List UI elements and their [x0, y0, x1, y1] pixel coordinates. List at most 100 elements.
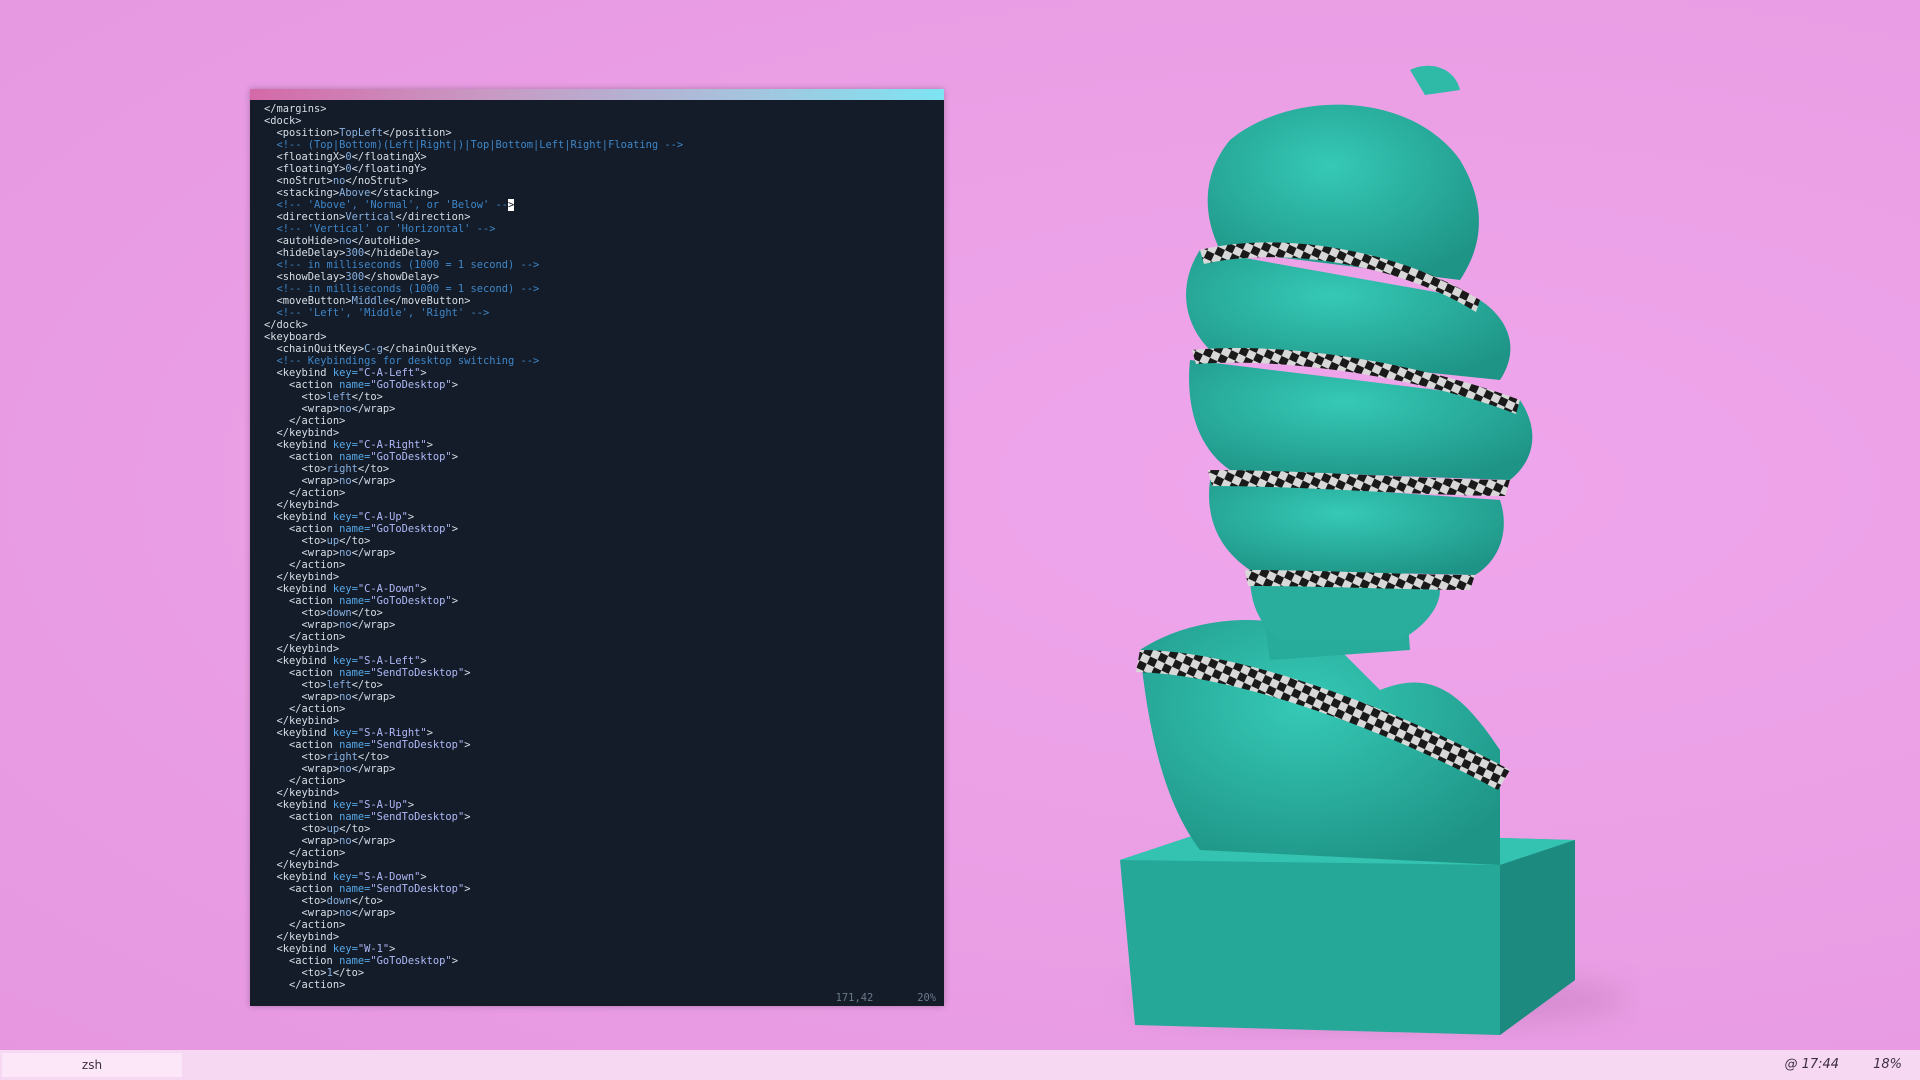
code-token: </to> [357, 751, 390, 763]
code-token: </hideDelay> [364, 247, 440, 259]
code-token: no [332, 175, 346, 187]
code-line: <wrap>no</wrap> [264, 547, 936, 559]
scroll-percent: 20% [917, 992, 936, 1004]
code-line: </keybind> [264, 859, 936, 871]
code-token: </keybind> [264, 427, 340, 439]
code-line: <keybind key="C-A-Right"> [264, 439, 936, 451]
code-token: right [326, 751, 358, 763]
code-token: no [339, 547, 352, 559]
code-token: no [339, 235, 352, 247]
code-line: </keybind> [264, 427, 936, 439]
code-token: <wrap> [264, 547, 340, 559]
code-line: <keybind key="S-A-Down"> [264, 871, 936, 883]
code-line: </action> [264, 487, 936, 499]
code-token: "S-A-Right" [357, 727, 427, 739]
code-token: name= [339, 955, 371, 967]
code-token: no [339, 403, 352, 415]
code-token: "C-A-Down" [357, 583, 421, 595]
code-token: </margins> [264, 103, 327, 115]
code-token: </to> [357, 463, 390, 475]
code-line: <keyboard> [264, 331, 936, 343]
code-token: <floatingX> [264, 151, 346, 163]
code-token: "SendToDesktop" [370, 739, 465, 751]
code-line: <action name="GoToDesktop"> [264, 379, 936, 391]
code-token: </chainQuitKey> [382, 343, 477, 355]
code-token: "SendToDesktop" [370, 811, 465, 823]
code-token: key= [332, 439, 358, 451]
code-token: <keybind [264, 367, 333, 379]
clock[interactable]: @ 17:44 [1784, 1057, 1839, 1072]
system-tray: @ 17:44 18% [1750, 1050, 1902, 1080]
code-token: > [420, 367, 427, 379]
code-editor-text[interactable]: </margins> <dock> <position>TopLeft</posi… [264, 103, 936, 991]
code-token: </to> [339, 823, 371, 835]
code-token: </action> [264, 415, 346, 427]
code-token: key= [332, 655, 358, 667]
code-line: <action name="SendToDesktop"> [264, 739, 936, 751]
code-line: <wrap>no</wrap> [264, 907, 936, 919]
code-token: <showDelay> [264, 271, 346, 283]
code-token: <action [264, 523, 340, 535]
code-token: down [326, 895, 352, 907]
code-token: </to> [351, 391, 383, 403]
code-token: <wrap> [264, 619, 340, 631]
code-token: left [326, 679, 352, 691]
code-line: </keybind> [264, 715, 936, 727]
code-token: <to> [264, 823, 327, 835]
code-line: <position>TopLeft</position> [264, 127, 936, 139]
code-token: <to> [264, 535, 327, 547]
code-line: <!-- in milliseconds (1000 = 1 second) -… [264, 259, 936, 271]
code-token: no [339, 907, 352, 919]
code-line: </action> [264, 775, 936, 787]
code-token: </keybind> [264, 931, 340, 943]
code-line: </action> [264, 847, 936, 859]
code-line: </action> [264, 415, 936, 427]
code-token: name= [339, 811, 371, 823]
code-token: > [464, 883, 471, 895]
code-token: Middle [351, 295, 390, 307]
code-token: </to> [351, 679, 383, 691]
code-line: <dock> [264, 115, 936, 127]
code-line: <noStrut>no</noStrut> [264, 175, 936, 187]
code-line: <moveButton>Middle</moveButton> [264, 295, 936, 307]
code-token: </wrap> [351, 763, 396, 775]
code-token: > [407, 511, 415, 523]
code-token: </dock> [264, 319, 308, 331]
code-token: key= [332, 727, 358, 739]
terminal-window[interactable]: </margins> <dock> <position>TopLeft</posi… [250, 89, 944, 1006]
code-line: <stacking>Above</stacking> [264, 187, 936, 199]
code-token: down [326, 607, 352, 619]
terminal-titlebar[interactable] [250, 89, 944, 100]
editor-statusline: 171,42 20% [836, 992, 936, 1004]
code-token: <to> [264, 463, 327, 475]
code-token: > [420, 655, 427, 667]
code-token: </action> [264, 775, 346, 787]
code-token: </keybind> [264, 859, 340, 871]
code-token: no [339, 619, 352, 631]
code-token: <stacking> [264, 187, 340, 199]
battery-indicator[interactable]: 18% [1873, 1057, 1902, 1072]
code-token: <chainQuitKey> [264, 343, 365, 355]
code-token: 300 [345, 247, 365, 259]
code-token: up [326, 823, 340, 835]
taskbar-item-zsh[interactable]: zsh [2, 1053, 182, 1077]
code-token: <keybind [264, 583, 333, 595]
code-token: up [326, 535, 340, 547]
code-token: "GoToDesktop" [370, 379, 452, 391]
code-line: </margins> [264, 103, 936, 115]
code-token: </action> [264, 979, 346, 991]
code-token: <to> [264, 679, 327, 691]
code-token: <wrap> [264, 835, 340, 847]
code-line: <!-- 'Above', 'Normal', or 'Below' --> [264, 199, 936, 211]
code-line: <!-- (Top|Bottom)(Left|Right|)|Top|Botto… [264, 139, 936, 151]
code-token: Vertical [345, 211, 396, 223]
code-token: <noStrut> [264, 175, 333, 187]
code-token: <keybind [264, 655, 333, 667]
code-token: > [451, 451, 458, 463]
code-line: <to>left</to> [264, 391, 936, 403]
code-token: key= [332, 511, 358, 523]
code-token: </wrap> [351, 907, 396, 919]
code-token: <action [264, 883, 340, 895]
code-token: <action [264, 379, 340, 391]
code-line: <to>right</to> [264, 751, 936, 763]
